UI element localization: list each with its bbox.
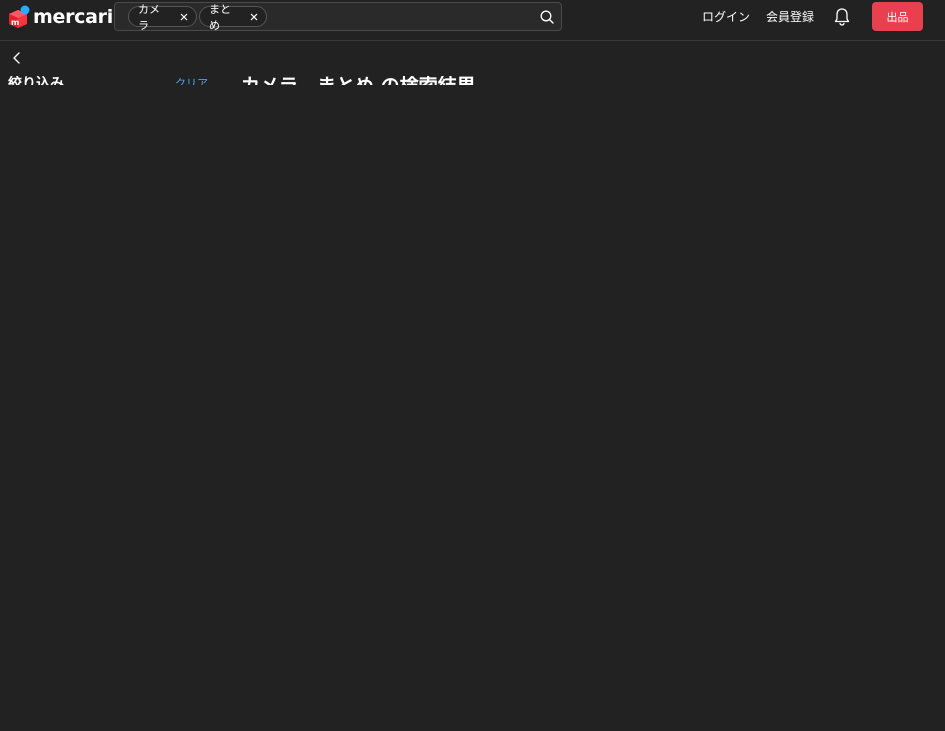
svg-text:m: m — [11, 18, 19, 27]
clear-filters-link[interactable]: クリア — [175, 76, 208, 85]
search-input[interactable]: カメラ まとめ — [114, 2, 562, 32]
search-chip-matome: まとめ — [199, 3, 267, 32]
sell-button[interactable]: 出品 — [872, 2, 923, 31]
top-header: m mercari カメラ まとめ ログイン 会員登録 出品 — [0, 0, 945, 41]
search-icon[interactable] — [539, 9, 555, 25]
results-title: カメラ まとめ の検索結果 — [241, 76, 476, 85]
search-chip-camera: カメラ — [128, 3, 197, 32]
chevron-left-icon[interactable] — [9, 50, 25, 66]
mercari-logo-icon: m — [6, 5, 30, 29]
login-link[interactable]: ログイン — [702, 9, 750, 25]
filter-title: 絞り込み — [8, 76, 64, 85]
signup-link[interactable]: 会員登録 — [766, 9, 814, 25]
chip-label: まとめ — [209, 2, 231, 32]
close-icon[interactable] — [248, 10, 261, 24]
close-icon[interactable] — [178, 10, 191, 24]
mercari-logo[interactable]: m mercari — [6, 5, 113, 29]
filter-header-row: 絞り込み クリア カメラ まとめ の検索結果 — [0, 76, 945, 85]
chip-label: カメラ — [138, 2, 160, 32]
bell-icon[interactable] — [833, 7, 851, 27]
logo-text: mercari — [33, 6, 113, 28]
